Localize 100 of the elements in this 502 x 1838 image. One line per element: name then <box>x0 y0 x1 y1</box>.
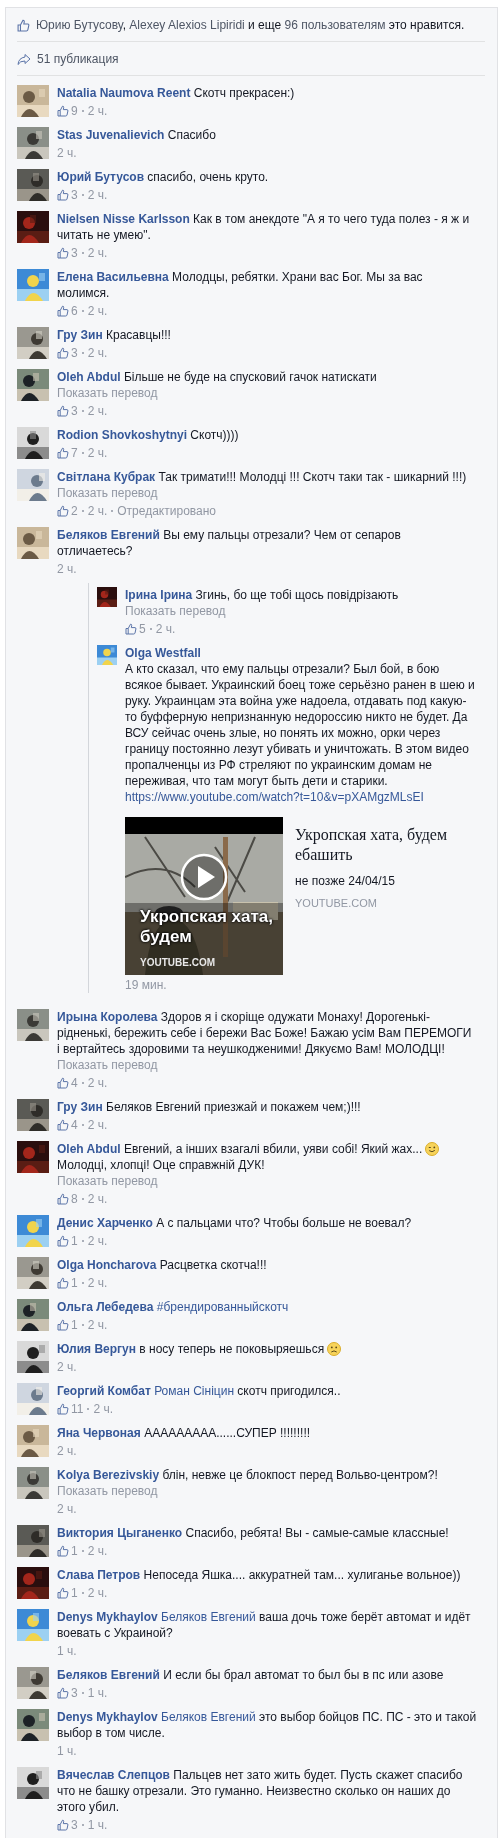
like-count: 1 <box>71 1585 78 1601</box>
liker-link[interactable]: Юрию Бутусову <box>36 18 123 32</box>
thumbs-up-icon[interactable] <box>17 18 30 32</box>
thumbs-up-icon[interactable] <box>57 1319 69 1331</box>
edited-label: Отредактировано <box>117 503 217 519</box>
thumbs-up-icon[interactable] <box>57 1235 69 1247</box>
comment-text: Denys Mykhaylov Беляков Евгений ваша дочь тоже берёт автомат и идёт воевать с Украиной? <box>57 1609 472 1641</box>
author-link[interactable]: Ирына Королева <box>57 1010 158 1024</box>
comment-text: Яна Червоная ААААААААА......СУПЕР !!!!!!!!! <box>57 1425 312 1441</box>
thumbs-up-icon[interactable] <box>57 447 69 459</box>
shares-link[interactable]: 51 публикация <box>37 51 119 67</box>
liker-link[interactable]: 96 пользователям <box>284 18 386 32</box>
author-link[interactable]: Слава Петров <box>57 1568 141 1582</box>
thumbs-up-icon[interactable] <box>57 305 69 317</box>
author-link[interactable]: Denys Mykhaylov <box>57 1610 158 1624</box>
play-icon[interactable] <box>180 853 228 901</box>
comment-text: Елена Васильевна Молодцы, ребятки. Храни вас Бог. Мы за вас молимся. <box>57 269 424 301</box>
video-description: не позже 24/04/15 <box>295 873 396 889</box>
comment-text: Гру Зин Красавцы!!! <box>57 327 172 343</box>
mention-link[interactable]: Беляков Евгений <box>161 1610 256 1624</box>
author-link[interactable]: Денис Харченко <box>57 1216 153 1230</box>
like-count: 6 <box>71 303 78 319</box>
like-count: 8 <box>71 1191 78 1207</box>
thumbs-up-icon[interactable] <box>57 1193 69 1205</box>
thumbs-up-icon[interactable] <box>57 405 69 417</box>
author-link[interactable]: Olga Westfall <box>125 646 201 660</box>
thumbs-up-icon[interactable] <box>57 1587 69 1599</box>
like-count: 1 <box>71 1233 78 1249</box>
thumbs-up-icon[interactable] <box>57 1403 69 1415</box>
comment-text: Olga Honcharova Расцветка скотча!!! <box>57 1257 268 1273</box>
thumbs-up-icon[interactable] <box>57 1687 69 1699</box>
comment-text: Беляков Евгений И если бы брал автомат то был бы в пс или азове <box>57 1667 445 1683</box>
author-link[interactable]: Stas Juvenalievich <box>57 128 165 142</box>
author-link[interactable]: Виктория Цыганенко <box>57 1526 183 1540</box>
thumbs-up-icon[interactable] <box>57 1545 69 1557</box>
thumbs-up-icon[interactable] <box>57 1277 69 1289</box>
author-link[interactable]: Георгий Комбат <box>57 1384 151 1398</box>
author-link[interactable]: Olga Honcharova <box>57 1258 157 1272</box>
comment-text: Stas Juvenalievich Спасибо <box>57 127 217 143</box>
like-count: 1 <box>71 1275 78 1291</box>
thumbs-up-icon[interactable] <box>57 347 69 359</box>
author-link[interactable]: Юрий Бутусов <box>57 170 144 184</box>
author-link[interactable]: Вячеслав Слепцов <box>57 1768 170 1782</box>
share-icon[interactable] <box>17 52 31 66</box>
like-count: 4 <box>71 1117 78 1133</box>
author-link[interactable]: Kolya Berezivskiy <box>57 1468 160 1482</box>
author-link[interactable]: Беляков Евгений <box>57 528 160 542</box>
author-link[interactable]: Denys Mykhaylov <box>57 1710 158 1724</box>
author-link[interactable]: Ольга Лебедева <box>57 1300 154 1314</box>
like-count: 9 <box>71 103 78 119</box>
author-link[interactable]: Oleh Abdul <box>57 1142 121 1156</box>
like-count: 3 <box>71 345 78 361</box>
thumbs-up-icon[interactable] <box>57 1119 69 1131</box>
author-link[interactable]: Nielsen Nisse Karlsson <box>57 212 190 226</box>
hashtag-link[interactable]: #брендированныйскотч <box>156 1300 289 1314</box>
comment-text: Світлана Кубрак Так тримати!!! Молодці !!! Скотч таки так - шикарний !!!) <box>57 469 468 485</box>
sad-face-icon <box>327 1342 342 1356</box>
comment-text: Беляков Евгений Вы ему пальцы отрезали? Чем от сепаров отличаетесь? <box>57 527 402 559</box>
mention-link[interactable]: Беляков Евгений <box>161 1710 256 1724</box>
like-count: 3 <box>71 1685 78 1701</box>
author-link[interactable]: Rodion Shovkoshytnyi <box>57 428 187 442</box>
comment-text: Ирына Королева Здоров я і скоріще одужати Монаху! Дорогенькі-рідненькі, бережить себе і бережи Вас Боже! Бажаю усім Вам ПЕРЕМОГИ і вертайтесь здоровими та неушкодженими! Дякуємо Вам! МОЛОДЦІ! <box>57 1009 473 1057</box>
thumbs-up-icon[interactable] <box>125 623 137 635</box>
author-link[interactable]: Гру Зин <box>57 328 103 342</box>
comment-text: Nielsen Nisse Karlsson Как в том анекдоте "А я то чего туда полез - я ж и читать не умею". <box>57 211 471 243</box>
author-link[interactable]: Natalia Naumova Reent <box>57 86 191 100</box>
thumbs-up-icon[interactable] <box>57 247 69 259</box>
author-link[interactable]: Світлана Кубрак <box>57 470 156 484</box>
comment-text: Юрий Бутусов спасибо, очень круто. <box>57 169 270 185</box>
author-link[interactable]: Гру Зин <box>57 1100 103 1114</box>
comment-text: А кто сказал, что ему пальцы отрезали? Был бой, в бою всякое бывает. Украинский боец тоже серьёзно ранен в шею и руку. Украинцам эта война уже надоела, отдавать под какую-то буфферную непризнанную недороссию никто не будет. Да ВСУ сейчас очень злые, но понять их можно, орки через границу постоянно лезут убивать и уничтожать. В этом видео пропалченцы из РФ стреляют по украинским домам не переживая, что там могут быть дети и старики. https://www.youtube.com/watch?t=10&v=pXAMgzMLsEI <box>125 661 476 805</box>
liker-link[interactable]: Alexey Alexios Lipiridi <box>129 18 245 32</box>
like-count: 3 <box>71 403 78 419</box>
thumbs-up-icon[interactable] <box>57 105 69 117</box>
likes-summary: Юрию Бутусову, Alexey Alexios Lipiridi и еще 96 пользователям это нравится. <box>36 17 465 33</box>
comment-text: Гру Зин Беляков Евгений приезжай и покажем чем;)!!! <box>57 1099 362 1115</box>
like-count: 1 <box>71 1317 78 1333</box>
thumbs-up-icon[interactable] <box>57 189 69 201</box>
mention-link[interactable]: Роман Сініцин <box>154 1384 234 1398</box>
video-source: YOUTUBE.COM <box>295 896 378 911</box>
author-link[interactable]: Яна Червоная <box>57 1426 141 1440</box>
comment-text: Oleh Abdul Евгений, а інших взагалі вбили, уяви собі! Який жах... Молодці, хлопці! Оце справжній ДУК! <box>57 1141 477 1173</box>
like-count: 3 <box>71 1817 78 1833</box>
video-title[interactable]: Укропская хата, будем ебашить <box>295 825 475 865</box>
author-link[interactable]: Юлия Вергун <box>57 1342 136 1356</box>
author-link[interactable]: Oleh Abdul <box>57 370 121 384</box>
comment-text: Слава Петров Непоседа Яшка.... аккуратней там... хулиганье вольное)) <box>57 1567 462 1583</box>
comment-text: Виктория Цыганенко Спасибо, ребята! Вы - самые-самые классные! <box>57 1525 450 1541</box>
author-link[interactable]: Елена Васильевна <box>57 270 169 284</box>
video-overlay-source: YOUTUBE.COM <box>140 957 215 969</box>
author-link[interactable]: Беляков Евгений <box>57 1668 160 1682</box>
url-link[interactable]: https://www.youtube.com/watch?t=10&v=pXAMgzMLsEI <box>125 790 424 804</box>
thumbs-up-icon[interactable] <box>57 505 69 517</box>
comment-text: Kolya Berezivskiy блін, невже це блокпост перед Вольво-центром?! <box>57 1467 439 1483</box>
like-count: 4 <box>71 1075 78 1091</box>
comment-text: Oleh Abdul Більше не буде на спусковий гачок натискати <box>57 369 378 385</box>
author-link[interactable]: Ірина Ірина <box>125 588 193 602</box>
comment-text: Rodion Shovkoshytnyi Скотч)))) <box>57 427 240 443</box>
thumbs-up-icon[interactable] <box>57 1077 69 1089</box>
thumbs-up-icon[interactable] <box>57 1819 69 1831</box>
